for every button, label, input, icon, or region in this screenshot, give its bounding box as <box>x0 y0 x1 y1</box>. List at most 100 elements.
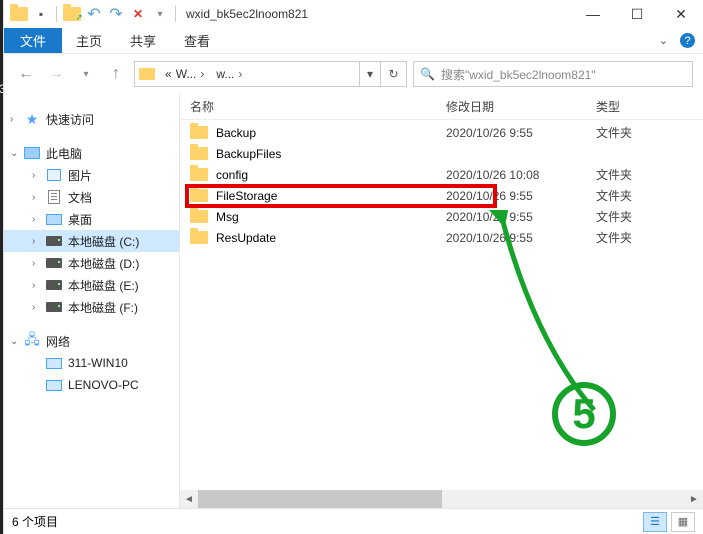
qat-dropdown-icon[interactable]: ▾ <box>149 3 171 25</box>
file-type: 文件夹 <box>596 229 703 246</box>
undo-icon[interactable]: ↶ <box>83 3 105 25</box>
view-details-button[interactable]: ☰ <box>643 512 667 532</box>
file-row[interactable]: config2020/10/26 10:08文件夹 <box>180 164 703 185</box>
computer-icon <box>46 380 62 391</box>
folder-icon <box>190 231 208 244</box>
ribbon-tab-share[interactable]: 共享 <box>116 28 170 53</box>
file-name: BackupFiles <box>216 147 281 161</box>
tree-label: 本地磁盘 (E:) <box>68 277 139 294</box>
recent-dropdown-icon[interactable]: ▾ <box>74 62 98 86</box>
chevron-right-icon[interactable]: › <box>32 236 42 247</box>
file-date: 2020/10/26 9:55 <box>446 231 596 245</box>
address-dropdown-icon[interactable]: ▾ <box>360 67 380 81</box>
file-date: 2020/10/26 9:55 <box>446 210 596 224</box>
file-name: ResUpdate <box>216 231 276 245</box>
ribbon-expand-icon[interactable]: ⌄ <box>659 34 668 47</box>
file-row[interactable]: ResUpdate 2020/10/26 9:55文件夹 <box>180 227 703 248</box>
scroll-right-icon[interactable]: ► <box>685 490 703 508</box>
search-icon: 🔍 <box>420 67 435 81</box>
search-placeholder: 搜索"wxid_bk5ec2lnoom821" <box>441 66 596 83</box>
tree-drive-f[interactable]: › 本地磁盘 (F:) <box>4 296 179 318</box>
column-headers: 名称 修改日期 类型 <box>180 94 703 120</box>
drive-icon <box>46 236 62 246</box>
folder-icon <box>190 210 208 223</box>
tree-drive-e[interactable]: › 本地磁盘 (E:) <box>4 274 179 296</box>
tree-desktop[interactable]: › 桌面 <box>4 208 179 230</box>
chevron-right-icon[interactable]: › <box>32 192 42 203</box>
delete-icon[interactable]: ✕ <box>127 3 149 25</box>
file-list-pane: 名称 修改日期 类型 Backup2020/10/26 9:55文件夹 Backu… <box>180 94 703 508</box>
tree-network-host[interactable]: 311-WIN10 <box>4 352 179 374</box>
file-name: config <box>216 168 248 182</box>
folder-icon <box>190 168 208 181</box>
view-large-icons-button[interactable]: ▦ <box>671 512 695 532</box>
folder-icon <box>190 147 208 160</box>
drive-icon <box>46 258 62 268</box>
tree-documents[interactable]: › 文档 <box>4 186 179 208</box>
horizontal-scrollbar[interactable]: ◄ ► <box>180 490 703 508</box>
refresh-button[interactable]: ↻ <box>380 62 406 86</box>
tree-pictures[interactable]: › 图片 <box>4 164 179 186</box>
up-button[interactable]: ↑ <box>104 62 128 86</box>
folder-icon <box>190 189 208 202</box>
maximize-button[interactable]: ☐ <box>615 0 659 28</box>
file-name: FileStorage <box>216 189 277 203</box>
chevron-down-icon[interactable]: ⌄ <box>10 148 20 159</box>
breadcrumb-current[interactable]: w...› <box>210 67 248 81</box>
tree-drive-c[interactable]: › 本地磁盘 (C:) <box>4 230 179 252</box>
search-box[interactable]: 🔍 搜索"wxid_bk5ec2lnoom821" <box>413 61 693 87</box>
explorer-body: › ★ 快速访问 ⌄ 此电脑 › 图片 › 文档 › <box>4 94 703 508</box>
network-icon: 🖧 <box>24 334 40 348</box>
chevron-right-icon[interactable]: › <box>32 214 42 225</box>
tree-this-pc[interactable]: ⌄ 此电脑 <box>4 142 179 164</box>
chevron-right-icon[interactable]: › <box>32 258 42 269</box>
ribbon-tab-view[interactable]: 查看 <box>170 28 224 53</box>
close-button[interactable]: ✕ <box>659 0 703 28</box>
file-row[interactable]: BackupFiles <box>180 143 703 164</box>
scroll-thumb[interactable] <box>198 490 442 508</box>
ribbon-file-tab[interactable]: 文件 <box>4 28 62 53</box>
help-icon[interactable]: ? <box>680 33 695 48</box>
column-header-date[interactable]: 修改日期 <box>446 98 596 115</box>
chevron-right-icon[interactable]: › <box>32 302 42 313</box>
minimize-button[interactable]: ― <box>571 0 615 28</box>
status-item-count: 6 个项目 <box>12 513 58 530</box>
folder-icon[interactable] <box>8 3 30 25</box>
file-type: 文件夹 <box>596 208 703 225</box>
address-bar[interactable]: «W...› w...› ▾ ↻ <box>134 61 407 87</box>
tree-label: 快速访问 <box>46 111 94 128</box>
file-type: 文件夹 <box>596 124 703 141</box>
tree-label: LENOVO-PC <box>68 378 139 392</box>
file-name: Msg <box>216 210 239 224</box>
column-header-type[interactable]: 类型 <box>596 98 703 115</box>
pictures-icon <box>47 169 61 181</box>
tree-network[interactable]: ⌄ 🖧 网络 <box>4 330 179 352</box>
file-row[interactable]: Backup2020/10/26 9:55文件夹 <box>180 122 703 143</box>
properties-icon[interactable]: ▪ <box>30 3 52 25</box>
tree-label: 桌面 <box>68 211 92 228</box>
back-button[interactable]: ← <box>14 62 38 86</box>
tree-label: 此电脑 <box>46 145 82 162</box>
ribbon-tabs: 文件 主页 共享 查看 ⌄ ? <box>4 28 703 54</box>
tree-drive-d[interactable]: › 本地磁盘 (D:) <box>4 252 179 274</box>
chevron-down-icon[interactable]: ⌄ <box>10 336 20 347</box>
tree-label: 本地磁盘 (C:) <box>68 233 139 250</box>
annotation-step-badge: 5 <box>552 382 616 446</box>
forward-button[interactable]: → <box>44 62 68 86</box>
file-type: 文件夹 <box>596 187 703 204</box>
tree-quick-access[interactable]: › ★ 快速访问 <box>4 108 179 130</box>
file-row[interactable]: FileStorage 2020/10/26 9:55文件夹 <box>180 185 703 206</box>
open-folder-icon[interactable]: ➚ <box>61 3 83 25</box>
chevron-right-icon[interactable]: › <box>32 280 42 291</box>
file-date: 2020/10/26 9:55 <box>446 189 596 203</box>
chevron-right-icon[interactable]: › <box>10 114 20 125</box>
column-header-name[interactable]: 名称 <box>190 98 446 115</box>
redo-icon[interactable]: ↷ <box>105 3 127 25</box>
ribbon-tab-home[interactable]: 主页 <box>62 28 116 53</box>
breadcrumb-prefix[interactable]: «W...› <box>159 67 210 81</box>
scroll-left-icon[interactable]: ◄ <box>180 490 198 508</box>
tree-network-host[interactable]: LENOVO-PC <box>4 374 179 396</box>
status-bar: 6 个项目 ☰ ▦ <box>4 508 703 534</box>
chevron-right-icon[interactable]: › <box>32 170 42 181</box>
file-row[interactable]: Msg 2020/10/26 9:55文件夹 <box>180 206 703 227</box>
